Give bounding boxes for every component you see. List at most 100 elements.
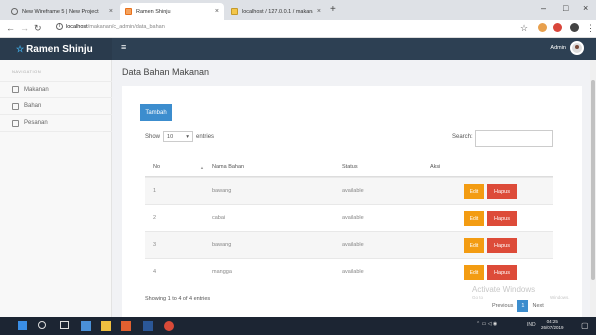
task-view-icon[interactable]	[60, 321, 69, 329]
delete-button[interactable]: Hapus	[487, 184, 517, 199]
edit-button[interactable]: Edit	[464, 184, 484, 199]
scrollbar[interactable]	[590, 60, 596, 317]
edit-button[interactable]: Edit	[464, 265, 484, 280]
avatar	[570, 41, 584, 55]
url-path: /makanan/c_admin/data_bahan	[87, 23, 165, 30]
phpmyadmin-favicon-icon	[231, 8, 238, 15]
user-menu[interactable]: Admin	[550, 41, 584, 55]
sidebar-item-label: Pesanan	[24, 120, 48, 126]
store-icon[interactable]	[121, 321, 131, 331]
page-1-button[interactable]: 1	[517, 300, 529, 312]
col-no-header[interactable]: No	[153, 157, 160, 176]
page-title: Data Bahan Makanan	[122, 67, 210, 77]
activate-windows-sub2: Windows.	[550, 295, 570, 300]
folder-icon	[12, 86, 19, 93]
word-icon[interactable]	[143, 321, 153, 331]
entries-label: entries	[196, 133, 215, 140]
star-icon: ☆	[16, 43, 25, 54]
cell-name: mangga	[212, 269, 232, 275]
previous-button[interactable]: Previous	[488, 300, 517, 312]
brand[interactable]: ☆ Ramen Shinju	[0, 38, 112, 60]
sidebar-item-label: Makanan	[24, 86, 49, 93]
edit-button[interactable]: Edit	[464, 238, 484, 253]
scrollbar-thumb[interactable]	[591, 80, 595, 280]
url-field[interactable]: i localhost/makanan/c_admin/data_bahan	[56, 23, 165, 30]
folder-icon	[12, 119, 19, 127]
menu-toggle-icon[interactable]: ≡	[121, 42, 126, 52]
clock-date: 26/07/2019	[541, 325, 564, 330]
cell-no: 4	[153, 269, 157, 275]
extension-icon[interactable]	[570, 23, 579, 32]
delete-button[interactable]: Hapus	[487, 265, 517, 280]
notification-icon[interactable]: ▢	[581, 321, 589, 330]
tab-title: New Wireframe 5 | New Project	[22, 8, 99, 15]
browser-menu-icon[interactable]: ⋮	[586, 23, 595, 34]
table-info: Showing 1 to 4 of 4 entries	[145, 296, 211, 302]
sort-icon[interactable]: ▲	[200, 165, 204, 170]
sidebar-item-makanan[interactable]: Makanan	[0, 81, 112, 98]
cell-status: available	[342, 269, 364, 275]
sidebar-heading: NAVIGATION	[12, 69, 42, 74]
browser-tab-wireframe[interactable]: New Wireframe 5 | New Project ×	[6, 3, 118, 20]
col-status-header[interactable]: Status	[342, 157, 358, 176]
tab-title: localhost / 127.0.0.1 / makanan	[242, 8, 313, 15]
sidebar-item-pesanan[interactable]: Pesanan	[0, 115, 112, 132]
browser-tab-ramen[interactable]: Ramen Shinju ×	[120, 3, 224, 20]
extension-icon[interactable]	[553, 23, 562, 32]
tray-icons[interactable]: ⌃ ▭ ◁ ◉	[476, 321, 497, 327]
sidebar-item-bahan[interactable]: Bahan	[0, 98, 112, 115]
taskbar-clock[interactable]: 04:25 26/07/2019	[541, 319, 564, 331]
address-bar: ← → ↻ i localhost/makanan/c_admin/data_b…	[0, 20, 596, 38]
file-explorer-icon[interactable]	[101, 321, 111, 331]
info-icon[interactable]: i	[56, 23, 63, 30]
cell-no: 1	[153, 188, 157, 194]
back-icon[interactable]: ←	[6, 23, 15, 33]
edit-button[interactable]: Edit	[464, 211, 484, 226]
minimize-icon[interactable]: –	[541, 3, 546, 13]
cell-no: 3	[153, 242, 157, 248]
maximize-icon[interactable]: □	[563, 3, 568, 13]
col-action-header[interactable]: Aksi	[430, 157, 440, 176]
delete-button[interactable]: Hapus	[487, 211, 517, 226]
search-icon[interactable]	[38, 321, 46, 329]
next-button[interactable]: Next	[528, 300, 547, 312]
language-indicator[interactable]: IND	[527, 322, 536, 328]
new-tab-icon[interactable]: +	[330, 4, 336, 15]
sidebar-item-label: Bahan	[24, 103, 42, 109]
entries-select[interactable]: 10 ▾	[163, 131, 194, 142]
windows-start-icon[interactable]	[18, 321, 27, 330]
chrome-icon[interactable]	[164, 321, 174, 331]
cell-no: 2	[153, 215, 157, 221]
reload-icon[interactable]: ↻	[34, 23, 42, 34]
wireframe-favicon-icon	[11, 8, 18, 15]
search-label: Search:	[452, 134, 473, 140]
browser-tab-phpmyadmin[interactable]: localhost / 127.0.0.1 / makanan ×	[226, 3, 326, 20]
delete-button[interactable]: Hapus	[487, 238, 517, 253]
ramen-favicon-icon	[125, 8, 132, 15]
table-row: 1 bawang available Edit Hapus	[145, 177, 553, 204]
tab-close-icon[interactable]: ×	[109, 8, 113, 15]
close-window-icon[interactable]: ×	[583, 3, 588, 13]
edge-icon[interactable]	[81, 321, 91, 331]
show-label: Show	[145, 133, 161, 140]
tab-close-icon[interactable]: ×	[215, 8, 219, 15]
entries-value: 10	[167, 133, 174, 140]
cell-name: cabai	[212, 215, 226, 221]
add-button[interactable]: Tambah	[140, 104, 172, 121]
url-host: localhost	[66, 23, 88, 30]
cell-status: available	[342, 242, 364, 248]
search-input[interactable]	[475, 130, 553, 147]
table-row: 2 cabai available Edit Hapus	[145, 204, 553, 231]
user-name: Admin	[550, 45, 566, 51]
extension-icon[interactable]	[538, 23, 547, 32]
caret-down-icon: ▾	[186, 133, 190, 140]
tab-close-icon[interactable]: ×	[317, 8, 321, 15]
table-row: 4 mangga available Edit Hapus	[145, 258, 553, 285]
forward-icon[interactable]: →	[20, 23, 29, 33]
activate-windows-watermark: Activate Windows	[472, 285, 536, 294]
folder-icon	[12, 102, 19, 110]
brand-name: Ramen Shinju	[26, 43, 93, 55]
col-name-header[interactable]: Nama Bahan	[212, 157, 244, 176]
bookmark-star-icon[interactable]: ☆	[520, 23, 528, 34]
cell-status: available	[342, 215, 364, 221]
